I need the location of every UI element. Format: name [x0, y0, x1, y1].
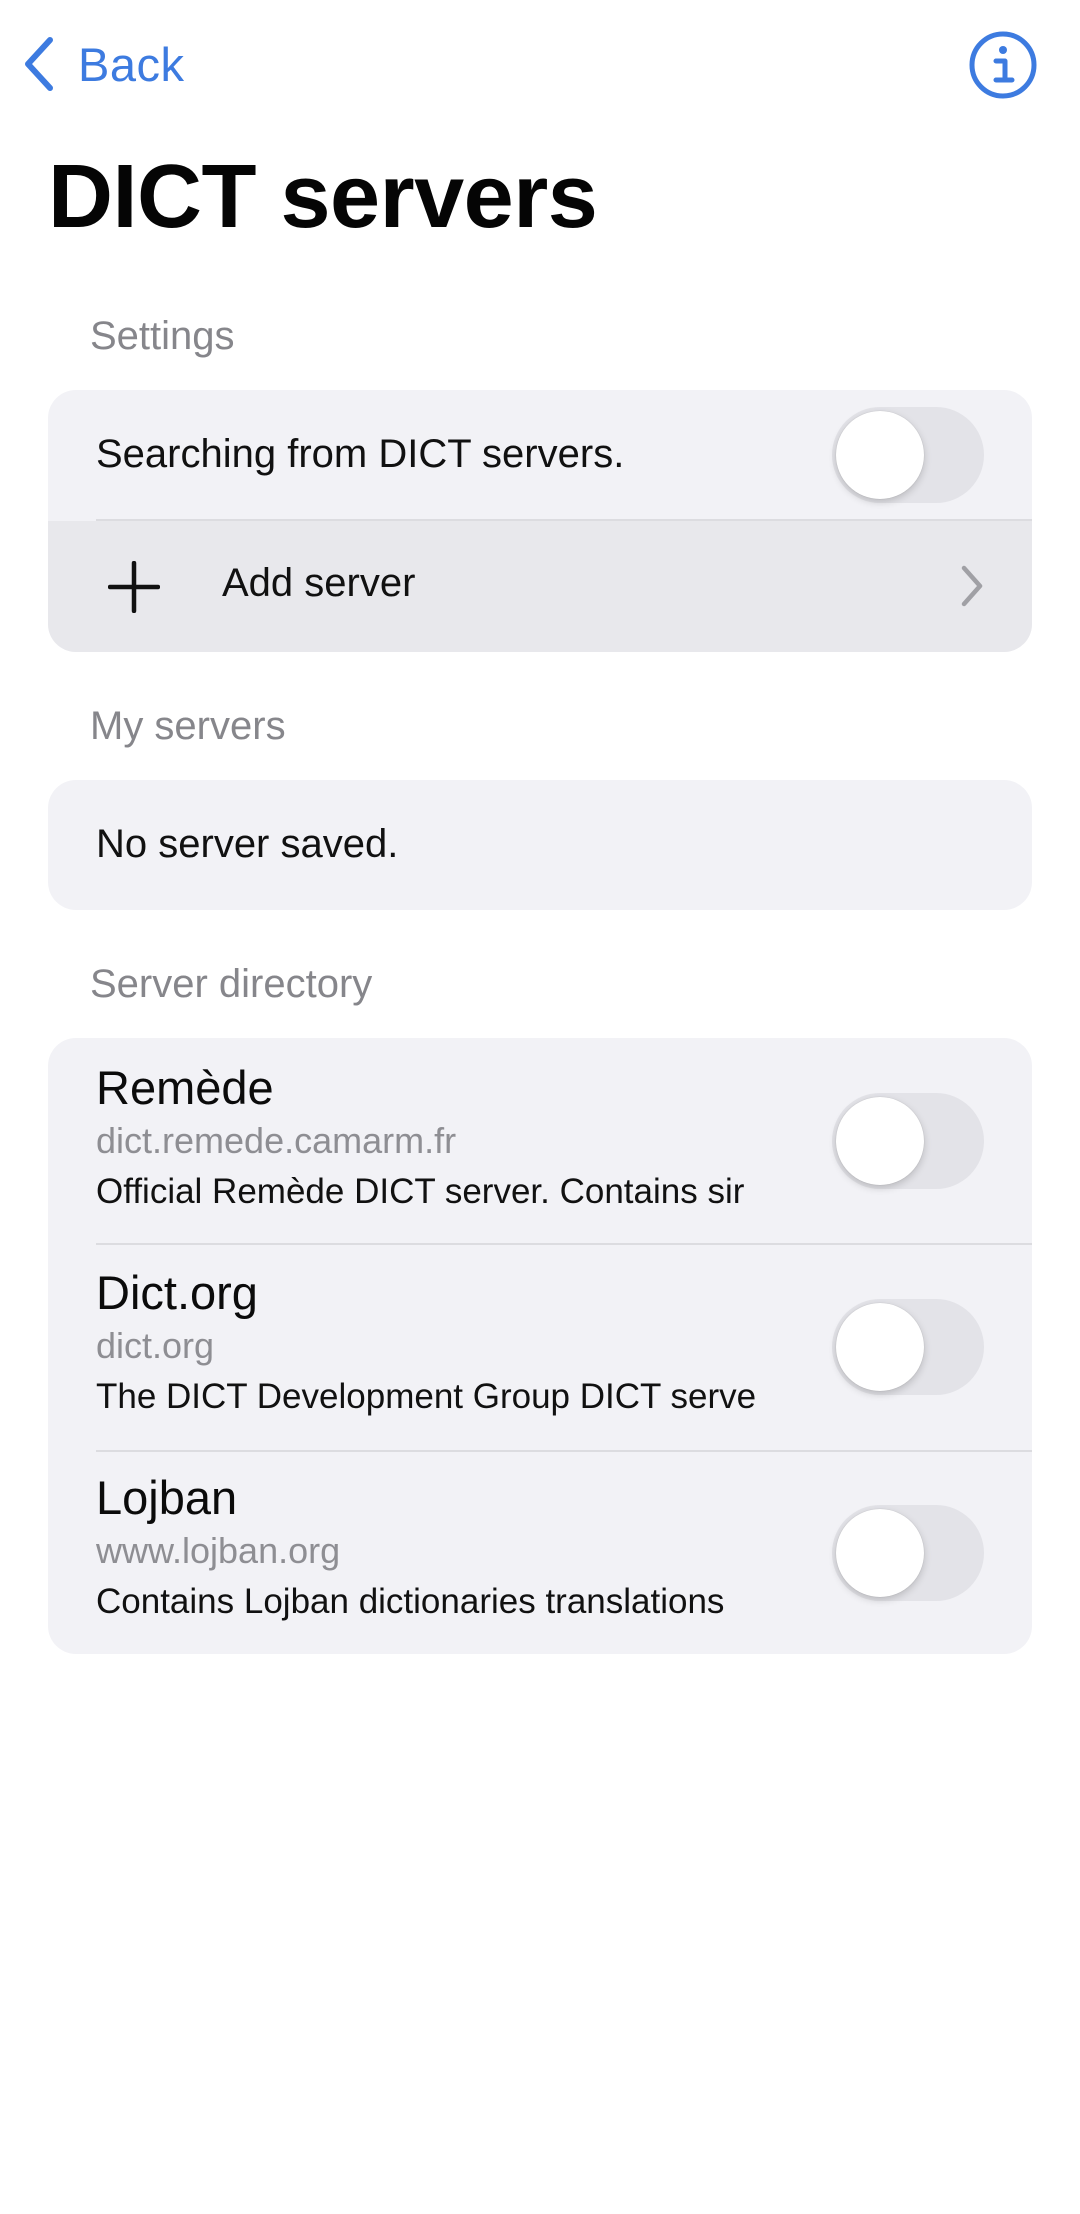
plus-icon	[107, 560, 161, 614]
search-toggle-label: Searching from DICT servers.	[96, 432, 625, 476]
toggle-knob	[836, 411, 924, 499]
info-button[interactable]	[968, 30, 1038, 100]
server-host: dict.remede.camarm.fr	[96, 1120, 457, 1161]
add-server-label: Add server	[222, 561, 416, 605]
info-circle-icon	[968, 31, 1038, 104]
server-directory-section-label: Server directory	[90, 962, 373, 1006]
server-row-lojban: Lojban www.lojban.org Contains Lojban di…	[48, 1452, 1032, 1654]
back-button[interactable]: Back	[22, 32, 185, 96]
server-row-dict-org: Dict.org dict.org The DICT Development G…	[48, 1245, 1032, 1451]
my-servers-card: No server saved.	[48, 780, 1032, 910]
server-name: Lojban	[96, 1471, 238, 1524]
toggle-knob	[836, 1303, 924, 1391]
server-toggle-dict-org[interactable]	[832, 1299, 984, 1395]
back-label: Back	[78, 37, 185, 91]
search-toggle-row: Searching from DICT servers.	[48, 390, 1032, 520]
server-description: Contains Lojban dictionaries translation…	[96, 1582, 725, 1621]
server-description: Official Remède DICT server. Contains si…	[96, 1172, 745, 1211]
server-directory-card: Remède dict.remede.camarm.fr Official Re…	[48, 1038, 1032, 1654]
settings-card: Searching from DICT servers. Add server	[48, 390, 1032, 652]
server-toggle-remede[interactable]	[832, 1093, 984, 1189]
no-server-message: No server saved.	[96, 822, 399, 866]
chevron-right-icon	[958, 563, 986, 614]
search-toggle[interactable]	[832, 407, 984, 503]
server-row-remede: Remède dict.remede.camarm.fr Official Re…	[48, 1038, 1032, 1244]
toggle-knob	[836, 1509, 924, 1597]
server-toggle-lojban[interactable]	[832, 1505, 984, 1601]
server-host: www.lojban.org	[96, 1530, 341, 1571]
add-server-row[interactable]: Add server	[48, 521, 1032, 652]
server-host: dict.org	[96, 1325, 215, 1366]
server-description: The DICT Development Group DICT serve	[96, 1377, 757, 1416]
page-title: DICT servers	[48, 147, 598, 247]
chevron-left-icon	[22, 36, 54, 92]
settings-section-label: Settings	[90, 314, 235, 358]
server-name: Remède	[96, 1061, 274, 1114]
my-servers-section-label: My servers	[90, 704, 286, 748]
toggle-knob	[836, 1097, 924, 1185]
server-name: Dict.org	[96, 1266, 258, 1319]
navigation-bar: Back	[0, 0, 1080, 130]
